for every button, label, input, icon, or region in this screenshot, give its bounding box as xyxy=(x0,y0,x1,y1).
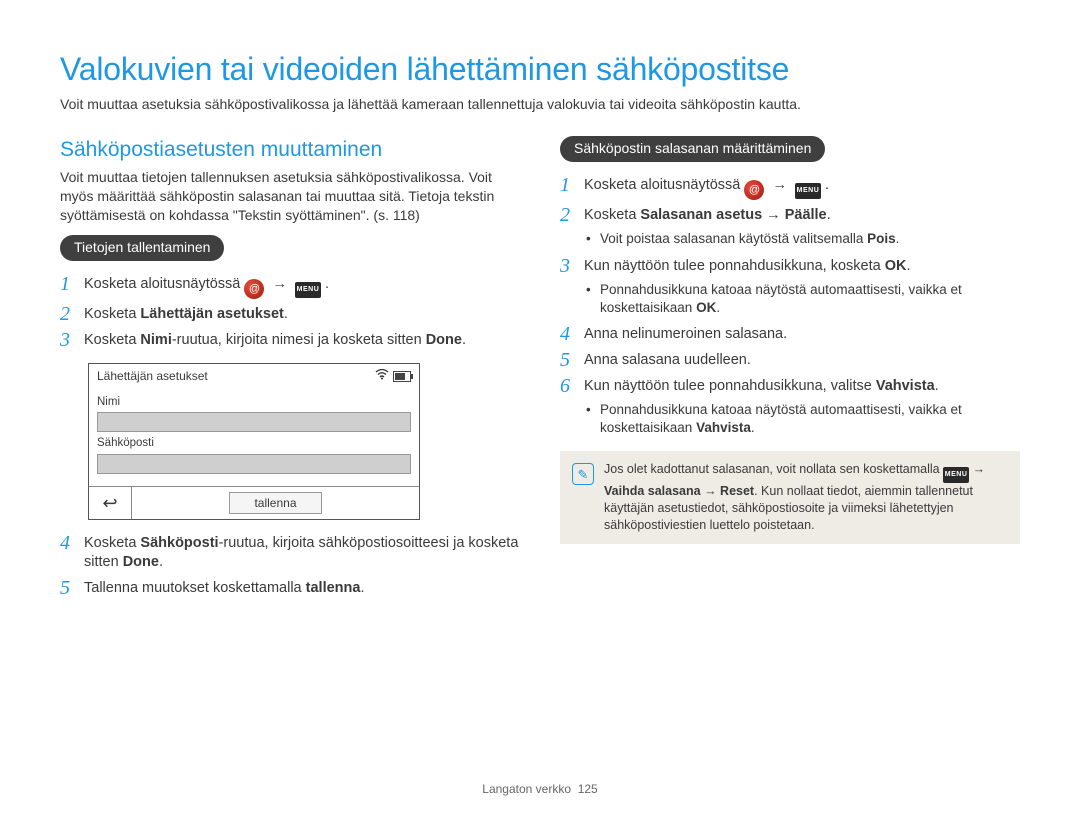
save-button[interactable]: tallenna xyxy=(229,492,321,514)
step-text: Kosketa Salasanan asetus → Päälle. xyxy=(584,204,1020,226)
wifi-icon xyxy=(375,368,389,384)
bullet-text: Voit poistaa salasanan käytöstä valitsem… xyxy=(600,230,899,248)
page-intro: Voit muuttaa asetuksia sähköpostivalikos… xyxy=(60,95,1020,114)
footer-page-number: 125 xyxy=(578,782,598,796)
left-column: Sähköpostiasetusten muuttaminen Voit muu… xyxy=(60,136,520,603)
note-box: ✎ Jos olet kadottanut salasanan, voit no… xyxy=(560,451,1020,543)
manual-page: Valokuvien tai videoiden lähettäminen sä… xyxy=(0,0,1080,815)
left-section-heading: Sähköpostiasetusten muuttaminen xyxy=(60,136,520,164)
step-number: 5 xyxy=(60,577,84,599)
right-step-2: 2 Kosketa Salasanan asetus → Päälle. xyxy=(560,204,1020,226)
step-text: Kun näyttöön tulee ponnahdusikkuna, vali… xyxy=(584,375,1020,397)
two-column-layout: Sähköpostiasetusten muuttaminen Voit muu… xyxy=(60,136,1020,603)
left-sub-intro: Voit muuttaa tietojen tallennuksen asetu… xyxy=(60,168,520,225)
right-pill: Sähköpostin salasanan määrittäminen xyxy=(560,136,825,162)
mock-name-input[interactable] xyxy=(97,412,411,432)
menu-icon: MENU xyxy=(295,282,321,298)
note-text: Jos olet kadottanut salasanan, voit noll… xyxy=(604,461,1008,533)
left-step-3: 3 Kosketa Nimi-ruutua, kirjoita nimesi j… xyxy=(60,329,520,351)
step-text: Kosketa Lähettäjän asetukset. xyxy=(84,303,520,325)
step-number: 3 xyxy=(60,329,84,351)
step-number: 4 xyxy=(60,532,84,554)
mock-header: Lähettäjän asetukset xyxy=(89,364,419,388)
right-step-1: 1 Kosketa aloitusnäytössä @ → MENU . xyxy=(560,174,1020,200)
battery-icon xyxy=(393,371,411,382)
step-number: 4 xyxy=(560,323,584,345)
step-text: Anna nelinumeroinen salasana. xyxy=(584,323,1020,345)
note-icon: ✎ xyxy=(572,463,594,485)
step-text: Tallenna muutokset koskettamalla tallenn… xyxy=(84,577,520,599)
footer-section: Langaton verkko xyxy=(482,782,571,796)
left-step-5: 5 Tallenna muutokset koskettamalla talle… xyxy=(60,577,520,599)
step-number: 1 xyxy=(60,273,84,295)
page-footer: Langaton verkko 125 xyxy=(0,781,1080,797)
step-number: 2 xyxy=(60,303,84,325)
bullet-text: Ponnahdusikkuna katoaa näytöstä automaat… xyxy=(600,401,1020,437)
bullet-icon: • xyxy=(586,401,600,419)
status-icons xyxy=(375,368,411,384)
step-text: Kosketa Nimi-ruutua, kirjoita nimesi ja … xyxy=(84,329,520,351)
left-step-2: 2 Kosketa Lähettäjän asetukset. xyxy=(60,303,520,325)
step-text: Kosketa aloitusnäytössä @ → MENU . xyxy=(584,174,1020,200)
arrow-icon: → xyxy=(272,276,287,292)
menu-icon: MENU xyxy=(943,467,969,483)
mock-screen: Lähettäjän asetukset xyxy=(88,363,420,520)
bullet-icon: • xyxy=(586,230,600,248)
bullet-icon: • xyxy=(586,281,600,299)
mock-email-label: Sähköposti xyxy=(97,436,411,452)
right-step-6: 6 Kun näyttöön tulee ponnahdusikkuna, va… xyxy=(560,375,1020,397)
mock-email-input[interactable] xyxy=(97,454,411,474)
step-text: Kun näyttöön tulee ponnahdusikkuna, kosk… xyxy=(584,255,1020,277)
mock-name-label: Nimi xyxy=(97,395,411,411)
right-column: Sähköpostin salasanan määrittäminen 1 Ko… xyxy=(560,136,1020,603)
step-number: 2 xyxy=(560,204,584,226)
right-step-3: 3 Kun näyttöön tulee ponnahdusikkuna, ko… xyxy=(560,255,1020,277)
back-arrow-icon: ↩ xyxy=(102,491,117,515)
mock-footer: ↩ tallenna xyxy=(89,486,419,519)
email-icon: @ xyxy=(244,279,264,299)
step-number: 3 xyxy=(560,255,584,277)
left-pill: Tietojen tallentaminen xyxy=(60,235,224,261)
arrow-icon: → xyxy=(772,177,787,193)
mock-title: Lähettäjän asetukset xyxy=(97,368,208,384)
back-button[interactable]: ↩ xyxy=(89,487,132,519)
right-step-6-bullet: • Ponnahdusikkuna katoaa näytöstä automa… xyxy=(586,401,1020,437)
right-step-3-bullet: • Ponnahdusikkuna katoaa näytöstä automa… xyxy=(586,281,1020,317)
left-step-1: 1 Kosketa aloitusnäytössä @ → MENU . xyxy=(60,273,520,299)
mock-save-area: tallenna xyxy=(132,487,419,519)
step-number: 5 xyxy=(560,349,584,371)
step-text: Anna salasana uudelleen. xyxy=(584,349,1020,371)
page-title: Valokuvien tai videoiden lähettäminen sä… xyxy=(60,48,1020,91)
step-number: 1 xyxy=(560,174,584,196)
menu-icon: MENU xyxy=(795,183,821,199)
right-step-5: 5 Anna salasana uudelleen. xyxy=(560,349,1020,371)
left-step-4: 4 Kosketa Sähköposti-ruutua, kirjoita sä… xyxy=(60,532,520,573)
email-icon: @ xyxy=(744,180,764,200)
step-number: 6 xyxy=(560,375,584,397)
right-step-2-bullet: • Voit poistaa salasanan käytöstä valits… xyxy=(586,230,1020,248)
step-text: Kosketa aloitusnäytössä @ → MENU . xyxy=(84,273,520,299)
bullet-text: Ponnahdusikkuna katoaa näytöstä automaat… xyxy=(600,281,1020,317)
right-step-4: 4 Anna nelinumeroinen salasana. xyxy=(560,323,1020,345)
mock-body: Nimi Sähköposti xyxy=(89,389,419,486)
step-text: Kosketa Sähköposti-ruutua, kirjoita sähk… xyxy=(84,532,520,573)
